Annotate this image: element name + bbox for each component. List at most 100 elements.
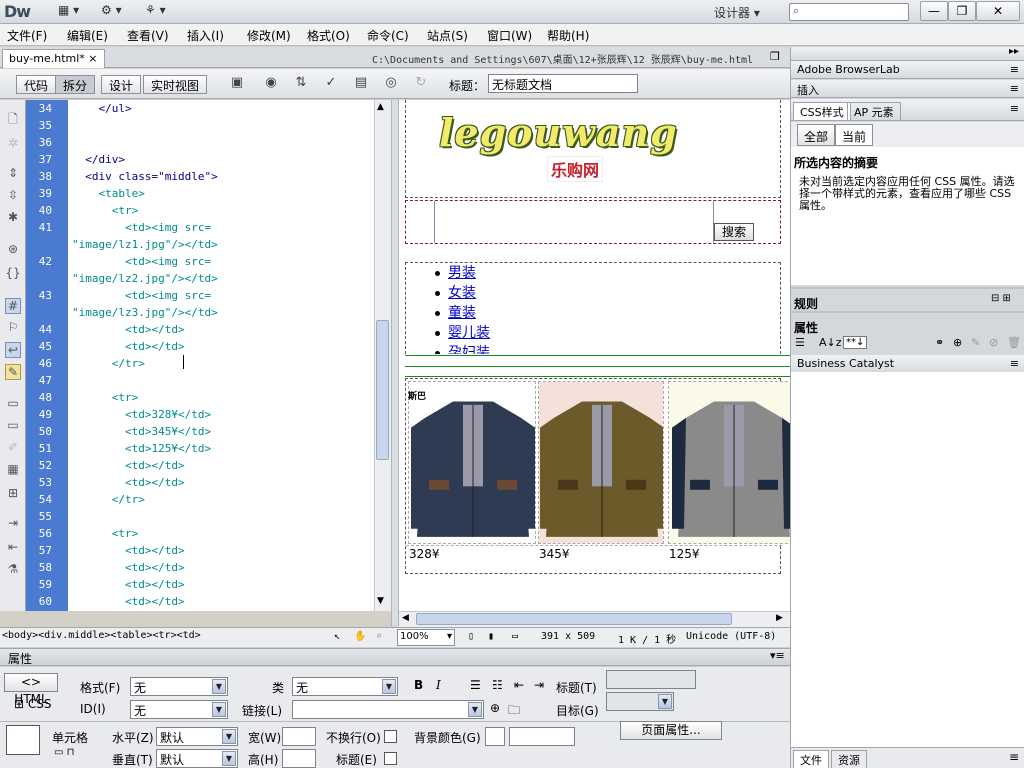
restore-button[interactable]: ❐ bbox=[948, 1, 976, 21]
restore-doc-icon[interactable]: ❐ bbox=[770, 50, 780, 63]
code-line[interactable]: 43 <td><img src= bbox=[26, 287, 374, 304]
split-divider[interactable] bbox=[391, 100, 399, 626]
recent-snippets-icon[interactable]: ▦ bbox=[5, 462, 21, 478]
inspect-icon[interactable]: ◎ bbox=[382, 75, 400, 93]
menu-window[interactable]: 窗口(W) bbox=[487, 27, 532, 44]
vertical-align-select[interactable]: 默认 ▼ bbox=[156, 749, 238, 768]
alpha-view-icon[interactable]: A↓z bbox=[819, 336, 842, 349]
minimize-button[interactable]: — bbox=[920, 1, 948, 21]
panel-menu-icon[interactable]: ▾≡ bbox=[770, 649, 785, 662]
code-line[interactable]: 48 <tr> bbox=[26, 389, 374, 406]
live-view-button[interactable]: 实时视图 bbox=[143, 75, 208, 94]
code-line[interactable]: 45 <td></td> bbox=[26, 338, 374, 355]
set-properties-icon[interactable]: **↓ bbox=[843, 336, 868, 349]
window-size[interactable]: 391 x 509 bbox=[541, 631, 595, 642]
code-line[interactable]: 38 <div class="middle"> bbox=[26, 168, 374, 185]
category-link[interactable]: 男装 bbox=[448, 262, 476, 282]
disable-rule-icon[interactable]: ⊘ bbox=[989, 336, 998, 349]
code-line[interactable]: 50 <td>345¥</td> bbox=[26, 423, 374, 440]
site-icon[interactable]: ⚘ ▾ bbox=[145, 3, 166, 21]
visual-aids-icon[interactable]: ▤ bbox=[352, 75, 370, 93]
target-select[interactable]: ▼ bbox=[606, 692, 674, 711]
preview-browser-icon[interactable]: ◉ bbox=[262, 75, 280, 93]
highlight-invalid-icon[interactable]: ⚐ bbox=[5, 320, 21, 336]
point-to-file-icon[interactable]: ⊕ bbox=[490, 701, 500, 715]
code-line[interactable]: 36 bbox=[26, 134, 374, 151]
balance-braces-icon[interactable]: {} bbox=[5, 266, 21, 282]
check-browser-icon[interactable]: ✓ bbox=[322, 75, 340, 93]
close-tab-icon[interactable]: × bbox=[88, 52, 97, 65]
all-mode-button[interactable]: 全部 bbox=[797, 124, 836, 146]
menu-file[interactable]: 文件(F) bbox=[7, 27, 47, 44]
tab-ap-elements[interactable]: AP 元素 bbox=[847, 102, 901, 120]
mobile-size-icon[interactable]: ▯ bbox=[468, 631, 474, 642]
code-line[interactable]: 57 <td></td> bbox=[26, 542, 374, 559]
close-button[interactable]: ✕ bbox=[976, 1, 1020, 21]
zoom-select[interactable]: 100% ▾ bbox=[397, 629, 455, 646]
id-select[interactable]: 无 ▼ bbox=[130, 700, 228, 719]
ordered-list-icon[interactable]: ☷ bbox=[492, 678, 503, 692]
code-line[interactable]: 51 <td>125¥</td> bbox=[26, 440, 374, 457]
outdent-code-icon[interactable]: ⇤ bbox=[5, 540, 21, 556]
outdent-icon[interactable]: ⇤ bbox=[514, 678, 524, 692]
height-input[interactable] bbox=[282, 749, 316, 768]
nowrap-checkbox[interactable] bbox=[384, 730, 397, 743]
expand-all-icon[interactable]: ✱ bbox=[5, 210, 21, 226]
attach-stylesheet-icon[interactable]: ⚭ bbox=[935, 336, 944, 349]
category-view-icon[interactable]: ☰ bbox=[795, 336, 805, 349]
word-wrap-icon[interactable]: ↩ bbox=[5, 342, 21, 358]
code-line[interactable]: 39 <table> bbox=[26, 185, 374, 202]
menu-help[interactable]: 帮助(H) bbox=[547, 27, 589, 44]
panel-divider[interactable] bbox=[791, 287, 1024, 289]
help-search-input[interactable]: ⌕ bbox=[789, 3, 909, 21]
document-tab[interactable]: buy-me.html* × bbox=[2, 49, 105, 68]
business-catalyst-header[interactable]: Business Catalyst ≡ bbox=[791, 355, 1024, 373]
code-view-button[interactable]: 代码 bbox=[16, 75, 57, 94]
unordered-list-icon[interactable]: ☰ bbox=[470, 678, 481, 692]
syntax-coloring-icon[interactable]: ✎ bbox=[5, 364, 21, 380]
class-select[interactable]: 无 ▼ bbox=[292, 677, 398, 696]
layout-icon[interactable]: ▦ ▾ bbox=[58, 3, 79, 21]
bgcolor-swatch[interactable] bbox=[485, 727, 505, 746]
scroll-down-icon[interactable]: ▼ bbox=[377, 596, 384, 606]
remove-comment-icon[interactable]: ▭ bbox=[5, 418, 21, 434]
code-line[interactable]: 60 <td></td> bbox=[26, 593, 374, 610]
page-properties-button[interactable]: 页面属性... bbox=[620, 721, 722, 740]
desktop-size-icon[interactable]: ▭ bbox=[512, 631, 518, 642]
header-checkbox[interactable] bbox=[384, 752, 397, 765]
wrap-tag-icon[interactable]: ✐ bbox=[5, 440, 21, 456]
code-line[interactable]: 49 <td>328¥</td> bbox=[26, 406, 374, 423]
tab-assets[interactable]: 资源 bbox=[831, 750, 867, 768]
design-view-button[interactable]: 设计 bbox=[101, 75, 142, 94]
collapse-tag-icon[interactable]: ⇕ bbox=[5, 166, 21, 182]
category-link[interactable]: 女装 bbox=[448, 282, 476, 302]
scroll-up-icon[interactable]: ▲ bbox=[377, 102, 384, 112]
code-line[interactable]: 59 <td></td> bbox=[26, 576, 374, 593]
panel-divider[interactable] bbox=[791, 311, 1024, 313]
title-field[interactable] bbox=[606, 670, 696, 689]
code-line[interactable]: "image/lz3.jpg"/></td> bbox=[26, 304, 374, 321]
menu-format[interactable]: 格式(O) bbox=[307, 27, 350, 44]
bgcolor-input[interactable] bbox=[509, 727, 575, 746]
category-link[interactable]: 婴儿装 bbox=[448, 322, 490, 342]
code-line[interactable]: 53 <td></td> bbox=[26, 474, 374, 491]
code-line[interactable]: 35 bbox=[26, 117, 374, 134]
indent-icon[interactable]: ⇥ bbox=[534, 678, 544, 692]
workspace-switcher[interactable]: 设计器 ▾ bbox=[714, 4, 760, 21]
apply-comment-icon[interactable]: ▭ bbox=[5, 396, 21, 412]
format-source-icon[interactable]: ⚗ bbox=[5, 562, 21, 578]
code-line[interactable]: 37 </div> bbox=[26, 151, 374, 168]
bold-button[interactable]: B bbox=[414, 678, 423, 692]
format-select[interactable]: 无 ▼ bbox=[130, 677, 228, 696]
search-input[interactable] bbox=[434, 201, 714, 243]
code-line[interactable]: 54 </tr> bbox=[26, 491, 374, 508]
code-line[interactable]: 46 </tr> bbox=[26, 355, 374, 372]
link-input[interactable]: ▼ bbox=[292, 700, 484, 719]
scroll-left-icon[interactable]: ◀ bbox=[402, 613, 409, 623]
code-scroll-thumb[interactable] bbox=[376, 320, 389, 460]
show-code-nav-icon[interactable]: ✲ bbox=[5, 136, 21, 152]
menu-site[interactable]: 站点(S) bbox=[427, 27, 468, 44]
document-title-input[interactable]: 无标题文档 bbox=[488, 74, 638, 93]
search-button[interactable]: 搜索 bbox=[714, 223, 754, 241]
gear-icon[interactable]: ⚙ ▾ bbox=[101, 3, 122, 21]
